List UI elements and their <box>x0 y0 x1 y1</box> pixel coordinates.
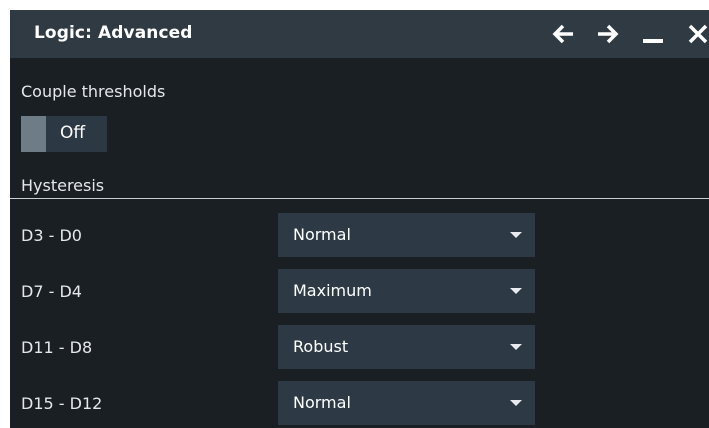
dialog-title: Logic: Advanced <box>34 23 193 43</box>
toggle-state-text: Off <box>60 123 86 143</box>
hysteresis-row-label-d11-d8: D11 - D8 <box>21 338 93 357</box>
hysteresis-select-d11-d8[interactable]: Robust <box>278 325 535 369</box>
couple-thresholds-toggle[interactable]: Off <box>21 116 107 152</box>
hysteresis-select-d7-d4[interactable]: Maximum <box>278 269 535 313</box>
select-value: Normal <box>293 225 351 244</box>
hysteresis-row-label-d3-d0: D3 - D0 <box>21 226 82 245</box>
back-arrow-icon[interactable] <box>551 20 575 48</box>
couple-thresholds-label: Couple thresholds <box>21 82 166 101</box>
chevron-down-icon <box>510 232 522 238</box>
close-icon[interactable] <box>686 20 709 48</box>
chevron-down-icon <box>510 400 522 406</box>
hysteresis-select-d3-d0[interactable]: Normal <box>278 213 535 257</box>
logic-advanced-dialog: Logic: Advanced Couple thresholds Off Hy… <box>10 10 709 428</box>
chevron-down-icon <box>510 288 522 294</box>
hysteresis-select-d15-d12[interactable]: Normal <box>278 381 535 425</box>
hysteresis-section-label: Hysteresis <box>21 176 105 195</box>
toggle-knob <box>21 116 46 152</box>
select-value: Normal <box>293 393 351 412</box>
hysteresis-row-label-d7-d4: D7 - D4 <box>21 282 82 301</box>
hysteresis-row-label-d15-d12: D15 - D12 <box>21 394 103 413</box>
minimize-icon[interactable] <box>641 20 665 48</box>
section-divider <box>10 198 709 199</box>
title-bar[interactable]: Logic: Advanced <box>10 10 709 58</box>
forward-arrow-icon[interactable] <box>596 20 620 48</box>
select-value: Maximum <box>293 281 372 300</box>
select-value: Robust <box>293 337 349 356</box>
chevron-down-icon <box>510 344 522 350</box>
